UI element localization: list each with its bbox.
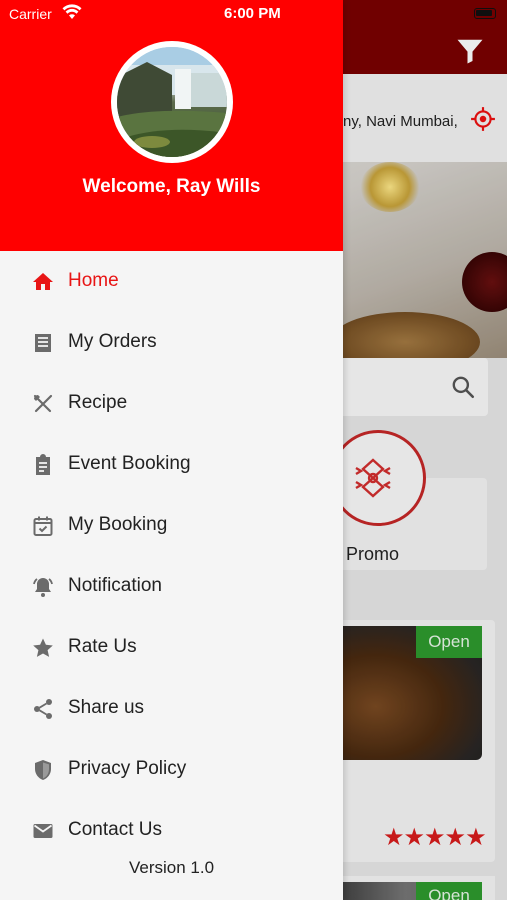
menu-label-rate-us: Rate Us [68, 636, 137, 657]
menu-item-recipe[interactable]: Recipe [0, 373, 343, 434]
home-icon [33, 273, 53, 290]
orders-icon [35, 334, 51, 352]
menu-label-recipe: Recipe [68, 392, 128, 413]
shield-icon [35, 760, 51, 780]
menu-label-privacy-policy: Privacy Policy [68, 758, 187, 779]
menu-item-rate-us[interactable]: Rate Us [0, 617, 343, 678]
menu-label-event-booking: Event Booking [68, 453, 191, 474]
menu-item-privacy-policy[interactable]: Privacy Policy [0, 739, 343, 800]
menu-item-share-us[interactable]: Share us [0, 678, 343, 739]
drawer-header: Carrier 6:00 PM Welcome, Ray Wills [0, 0, 343, 251]
menu-label-home: Home [68, 270, 119, 291]
menu-label-contact-us: Contact Us [68, 819, 162, 840]
menu-label-notification: Notification [68, 575, 162, 596]
status-carrier: Carrier [9, 6, 52, 22]
star-icon [33, 638, 53, 657]
status-time: 6:00 PM [224, 5, 281, 22]
welcome-text: Welcome, Ray Wills [82, 176, 261, 197]
bell-icon [33, 578, 53, 597]
menu-label-share-us: Share us [68, 697, 145, 718]
menu-item-my-orders[interactable]: My Orders [0, 312, 343, 373]
share-icon [34, 699, 52, 719]
menu-item-my-booking[interactable]: My Booking [0, 495, 343, 556]
mail-icon [33, 824, 53, 838]
version-text: Version 1.0 [128, 858, 215, 877]
navigation-drawer: Carrier 6:00 PM Welcome, Ray Wills Home … [0, 0, 343, 900]
avatar[interactable] [111, 41, 233, 163]
menu-item-contact-us[interactable]: Contact Us [0, 800, 343, 861]
menu-item-event-booking[interactable]: Event Booking [0, 434, 343, 495]
utensils-icon [33, 394, 53, 413]
menu-label-my-booking: My Booking [68, 514, 168, 535]
menu-item-home[interactable]: Home [0, 251, 343, 312]
avatar-photo [117, 47, 227, 157]
wifi-icon [62, 4, 82, 19]
calendar-check-icon [33, 516, 53, 536]
menu-label-my-orders: My Orders [68, 331, 157, 352]
menu-item-notification[interactable]: Notification [0, 556, 343, 617]
clipboard-icon [36, 454, 50, 475]
